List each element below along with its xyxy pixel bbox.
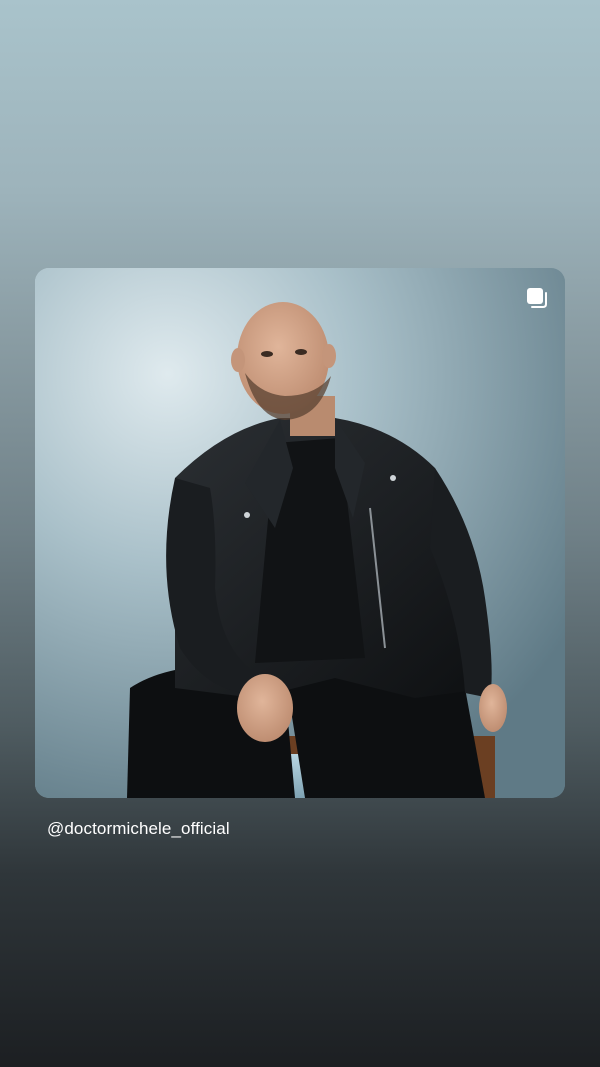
post-author-username[interactable]: @doctormichele_official <box>47 819 230 839</box>
multiple-posts-icon <box>527 288 547 308</box>
shared-post-card[interactable] <box>35 268 565 798</box>
post-photo <box>35 268 565 798</box>
